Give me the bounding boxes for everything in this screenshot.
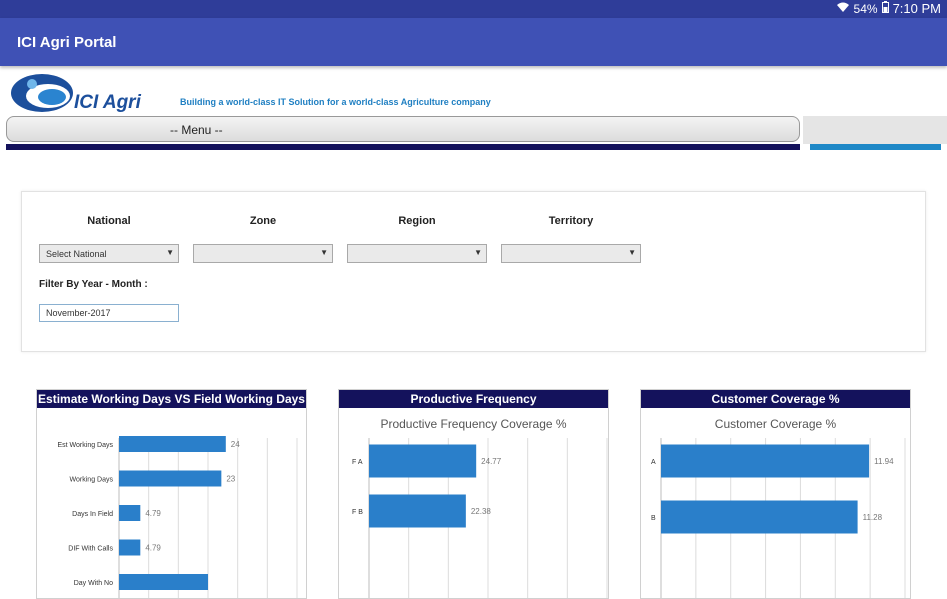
dropdown-arrow-icon: ▼ <box>320 248 328 257</box>
data-label: 24.77 <box>481 457 502 466</box>
national-select[interactable]: Select National ▼ <box>39 244 179 263</box>
svg-text:ICI Agri: ICI Agri <box>74 92 142 113</box>
chart-panel-customer-coverage: Customer Coverage % Customer Coverage % … <box>640 389 911 599</box>
year-month-input[interactable]: November-2017 <box>39 304 179 322</box>
bar <box>119 470 222 487</box>
bar <box>119 505 141 521</box>
bar <box>369 444 477 478</box>
battery-percent: 54% <box>853 1 878 16</box>
menu-toggle-button[interactable]: -- Menu -- <box>6 116 800 142</box>
national-label: National <box>87 215 131 227</box>
category-label: F A <box>352 459 363 466</box>
data-label: 11.28 <box>863 513 883 522</box>
zone-select[interactable]: ▼ <box>193 244 333 263</box>
territory-select[interactable]: ▼ <box>501 244 641 263</box>
filter-panel: National Zone Region Territory Select Na… <box>21 191 926 352</box>
battery-icon <box>881 1 889 16</box>
app-title: ICI Agri Portal <box>17 34 117 51</box>
bar <box>119 539 141 556</box>
data-label: 24 <box>231 440 240 449</box>
bar <box>119 436 226 452</box>
chart-title: Productive Frequency <box>339 390 608 408</box>
working-days-chart: Est Working Days 24 Working Days 23 Days In … <box>58 436 298 598</box>
category-label: A <box>651 459 656 466</box>
year-month-label: Filter By Year - Month : <box>39 279 148 290</box>
data-label: 4.79 <box>145 544 161 553</box>
menu-side-strip <box>803 116 947 144</box>
data-label: 11.94 <box>874 457 894 466</box>
category-label: Days In Field <box>72 511 113 518</box>
brand-header: ICI Agri Building a world-class IT Solut… <box>0 66 947 116</box>
app-bar: ICI Agri Portal <box>0 18 947 66</box>
ici-agri-logo: ICI Agri <box>11 74 142 113</box>
customer-coverage-chart: A 11.94 B 11.28 <box>651 438 906 598</box>
chart-panel-productive-frequency: Productive Frequency Productive Frequenc… <box>338 389 609 599</box>
productive-frequency-chart: F A 24.77 F B 22.38 <box>352 438 608 598</box>
category-label: Est Working Days <box>58 442 114 449</box>
data-label: 4.79 <box>145 509 161 518</box>
dropdown-arrow-icon: ▼ <box>166 248 174 257</box>
category-label: F B <box>352 509 363 516</box>
divider-navy <box>6 144 800 150</box>
bar <box>369 494 466 528</box>
category-label: Day With No <box>74 580 113 587</box>
national-select-value: Select National <box>46 249 107 259</box>
data-label: 23 <box>226 475 235 484</box>
zone-label: Zone <box>249 215 277 227</box>
bar <box>661 500 858 534</box>
status-bar: 54% 7:10 PM <box>0 0 947 18</box>
territory-label: Territory <box>548 215 594 227</box>
chart-panel-working-days: Estimate Working Days VS Field Working D… <box>36 389 307 599</box>
data-label: 22.38 <box>471 507 492 516</box>
wifi-icon <box>836 1 850 16</box>
dropdown-arrow-icon: ▼ <box>628 248 636 257</box>
chart-title: Customer Coverage % <box>641 390 910 408</box>
category-label: DIF With Calls <box>68 546 113 553</box>
clock: 7:10 PM <box>892 1 941 16</box>
category-label: Working Days <box>70 477 114 484</box>
region-label: Region <box>398 215 436 227</box>
divider-blue <box>810 144 941 150</box>
dropdown-arrow-icon: ▼ <box>474 248 482 257</box>
bar <box>119 574 208 590</box>
region-select[interactable]: ▼ <box>347 244 487 263</box>
chart-title: Estimate Working Days VS Field Working D… <box>37 390 306 408</box>
bar <box>661 444 870 478</box>
brand-tagline: Building a world-class IT Solution for a… <box>180 97 491 107</box>
menu-label: -- Menu -- <box>170 123 223 137</box>
category-label: B <box>651 515 656 522</box>
